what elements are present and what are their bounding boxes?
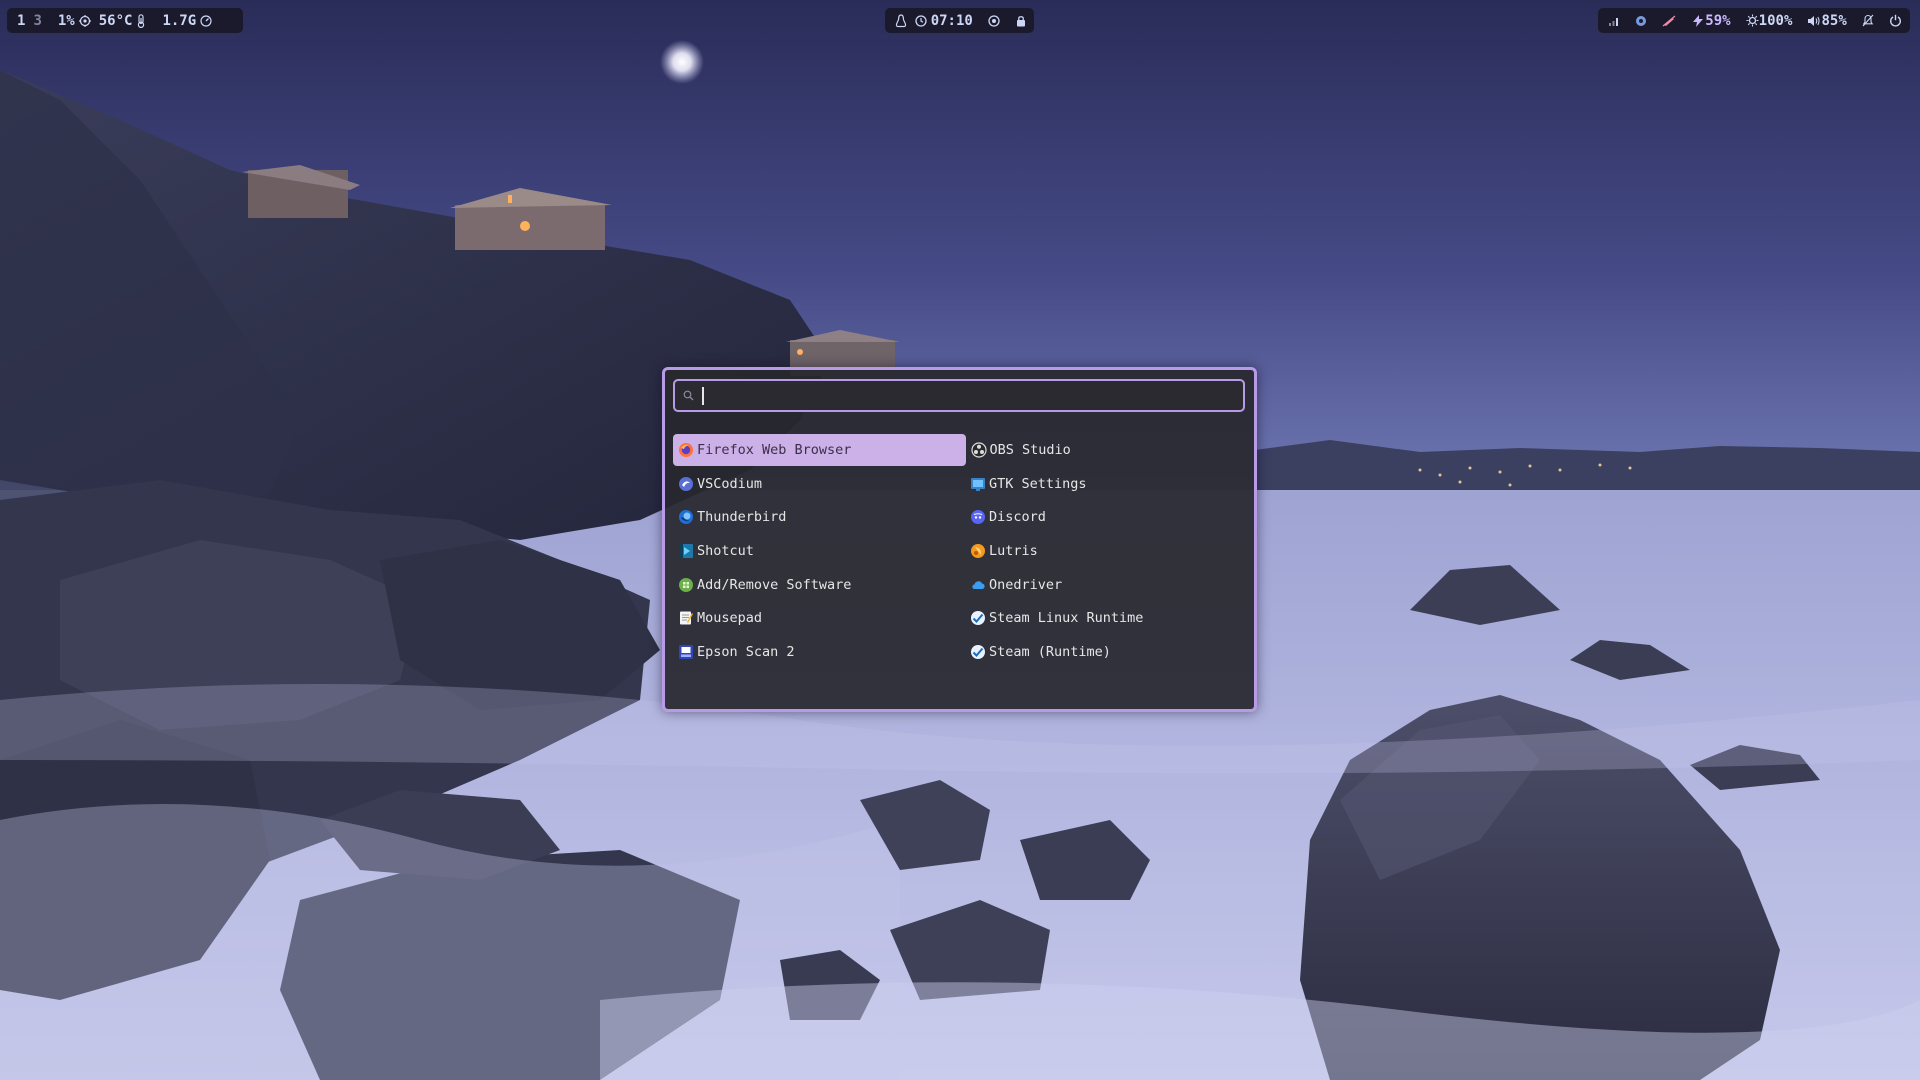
gtk-settings-icon [970, 476, 986, 492]
app-item-gtk-settings[interactable]: GTK Settings [965, 468, 1257, 500]
microphone-muted-icon[interactable] [1662, 15, 1676, 27]
gauge-icon [200, 14, 212, 27]
linux-tux-icon[interactable] [895, 13, 907, 28]
app-label: Discord [989, 509, 1046, 526]
battery-charging-icon [1691, 14, 1705, 27]
app-label: Firefox Web Browser [697, 442, 852, 458]
clock-time[interactable]: 07:10 [931, 13, 973, 29]
app-label: Microsoft Edge (beta) [989, 678, 1160, 679]
obs-icon [970, 442, 987, 458]
app-label: VSCodium [697, 475, 763, 492]
app-list: Firefox Web Browser OBS Studio VSCodium GTK… [673, 434, 1257, 679]
brightness-level[interactable]: 100% [1759, 13, 1793, 29]
signal-bars-icon[interactable] [1608, 15, 1620, 27]
cloud-icon [970, 577, 986, 593]
shotcut-icon [678, 543, 694, 559]
clock-icon [915, 14, 927, 27]
app-row: Firefox Web Browser OBS Studio [673, 434, 1257, 468]
record-circle-icon[interactable] [988, 14, 1001, 27]
lock-icon[interactable] [1016, 15, 1026, 27]
app-label: Add/Remove Software [697, 576, 852, 593]
app-row: Epson Scan 2 Steam (Runtime) [673, 636, 1257, 670]
vscodium-icon [678, 678, 694, 679]
shield-icon[interactable] [1635, 15, 1647, 27]
search-input[interactable] [701, 381, 1243, 410]
app-item-thunderbird[interactable]: Thunderbird [673, 501, 965, 533]
app-item-shotcut[interactable]: Shotcut [673, 535, 965, 567]
app-label: Epson Scan 2 [697, 644, 795, 661]
cpu-chip-icon [78, 14, 91, 27]
app-launcher: Firefox Web Browser OBS Studio VSCodium GTK… [662, 367, 1257, 712]
workspace-1[interactable]: 1 [17, 13, 25, 29]
app-row: Mousepad Steam Linux Runtime [673, 602, 1257, 636]
notification-bell-off-icon[interactable] [1862, 14, 1874, 27]
app-label: Onedriver [989, 576, 1063, 593]
app-item-steam-runtime[interactable]: Steam (Runtime) [965, 636, 1257, 668]
system-tray-module: 59% 100% 85% [1598, 8, 1910, 33]
memory-usage: 1.7G [162, 12, 197, 29]
app-item-obs-studio[interactable]: OBS Studio [966, 434, 1258, 466]
app-item-firefox-web-browser[interactable]: Firefox Web Browser [673, 434, 966, 466]
app-item-epson-scan-2[interactable]: Epson Scan 2 [673, 636, 965, 668]
volume-level[interactable]: 85% [1821, 13, 1846, 29]
vscodium-icon [678, 476, 694, 492]
app-row: VSCodium - Wayland Microsoft Edge (beta) [673, 670, 1257, 679]
app-item-vscodium-wayland[interactable]: VSCodium - Wayland [673, 670, 965, 679]
app-label: Thunderbird [697, 509, 787, 526]
app-row: VSCodium GTK Settings [673, 468, 1257, 502]
app-label: OBS Studio [989, 442, 1071, 458]
battery-level[interactable]: 59% [1705, 13, 1730, 29]
system-stats-module: 1 3 1% 56°C 1.7G [7, 8, 243, 33]
search-icon [675, 390, 701, 401]
app-label: Shotcut [697, 543, 754, 560]
edge-icon [970, 678, 986, 679]
app-item-steam-linux-runtime[interactable]: Steam Linux Runtime [965, 602, 1257, 634]
power-icon[interactable] [1889, 14, 1902, 27]
app-row: Shotcut Lutris [673, 535, 1257, 569]
text-caret [702, 387, 704, 405]
package-manager-icon [678, 577, 694, 593]
app-label: Steam Linux Runtime [989, 610, 1144, 627]
discord-icon [970, 509, 986, 525]
brightness-icon [1746, 14, 1759, 27]
search-box[interactable] [673, 379, 1245, 412]
thunderbird-icon [678, 509, 694, 525]
app-label: VSCodium - Wayland [697, 678, 843, 679]
app-label: Lutris [989, 543, 1038, 560]
app-item-add-remove-software[interactable]: Add/Remove Software [673, 569, 965, 601]
mousepad-icon [678, 610, 694, 626]
app-item-mousepad[interactable]: Mousepad [673, 602, 965, 634]
firefox-icon [678, 442, 694, 458]
app-item-onedriver[interactable]: Onedriver [965, 569, 1257, 601]
desktop: 1 3 1% 56°C 1.7G 07:10 59% 100% 85% Fire… [0, 0, 1920, 1080]
steam-icon [970, 644, 986, 660]
cpu-temperature: 56°C [98, 12, 133, 29]
steam-icon [970, 610, 986, 626]
app-item-microsoft-edge-beta[interactable]: Microsoft Edge (beta) [965, 670, 1257, 679]
clock-module: 07:10 [885, 8, 1034, 33]
app-item-discord[interactable]: Discord [965, 501, 1257, 533]
app-label: Steam (Runtime) [989, 644, 1111, 661]
app-label: GTK Settings [989, 475, 1087, 492]
app-row: Add/Remove Software Onedriver [673, 569, 1257, 603]
workspace-3[interactable]: 3 [33, 13, 41, 29]
cpu-usage: 1% [57, 12, 75, 29]
app-item-vscodium[interactable]: VSCodium [673, 468, 965, 500]
speaker-icon [1807, 15, 1821, 27]
scanner-icon [678, 644, 694, 660]
thermometer-icon [136, 13, 146, 28]
app-item-lutris[interactable]: Lutris [965, 535, 1257, 567]
app-row: Thunderbird Discord [673, 501, 1257, 535]
app-label: Mousepad [697, 610, 763, 627]
lutris-icon [970, 543, 986, 559]
